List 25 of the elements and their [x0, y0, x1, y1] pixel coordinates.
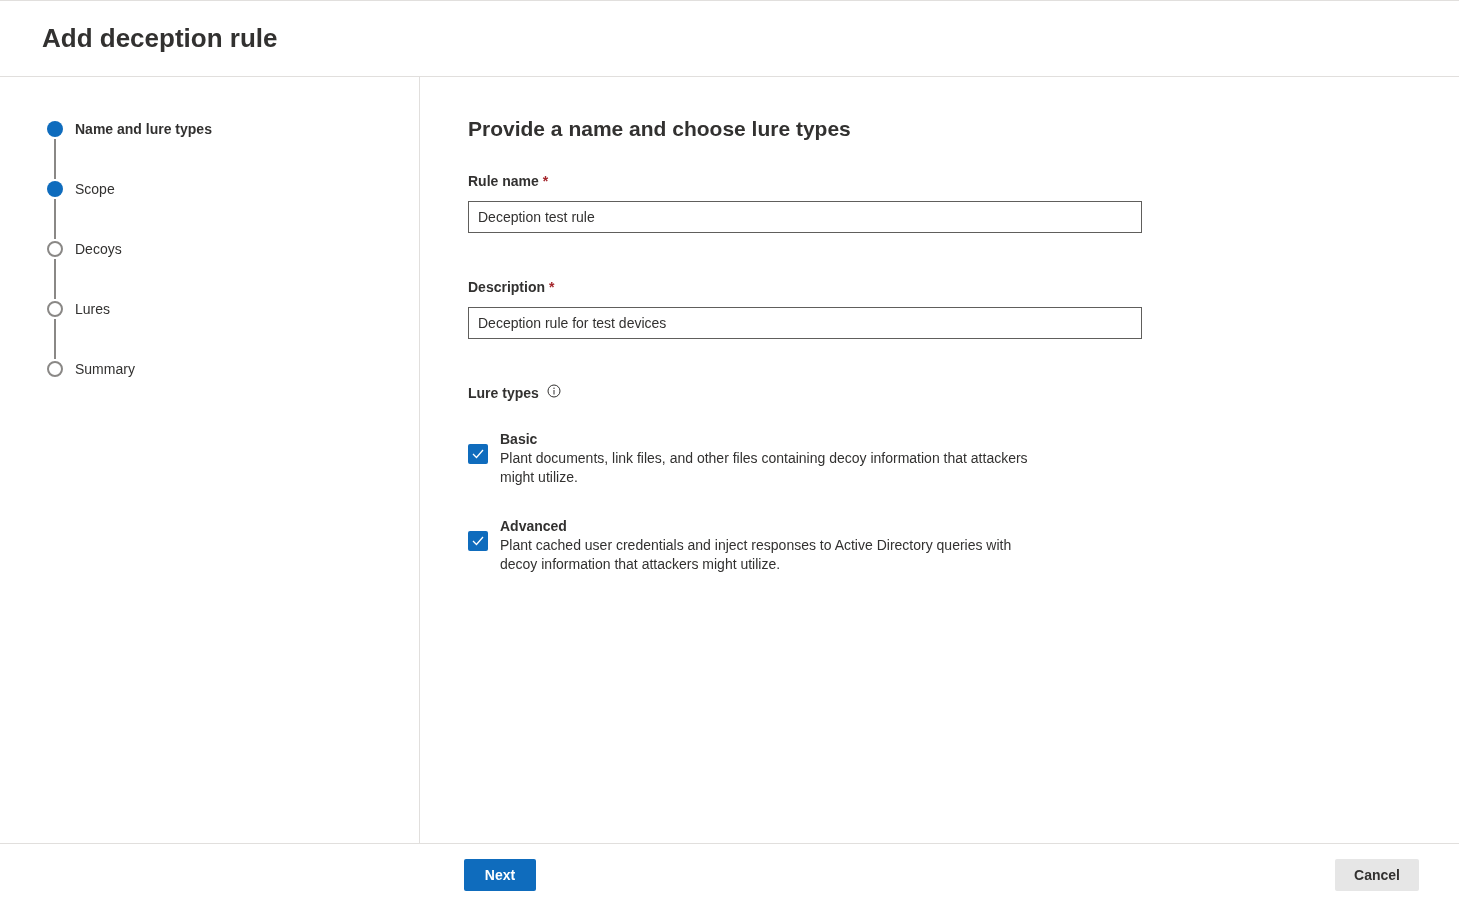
- text-field[interactable]: Deception rule for test devices: [468, 306, 1142, 339]
- option-title: Advanced: [500, 516, 568, 536]
- field-label: Rule name: [468, 171, 539, 191]
- info-icon[interactable]: [546, 384, 561, 398]
- step-label[interactable]: Decoys: [75, 238, 122, 260]
- option-title: Basic: [500, 429, 539, 449]
- option-description: Plant documents, link files, and other files containing decoy information that attackers might utilize.: [500, 448, 1029, 487]
- checkmark-icon: [472, 448, 484, 459]
- cancel-button[interactable]: Cancel: [1335, 859, 1419, 891]
- step-label[interactable]: Name and lure types: [75, 118, 212, 140]
- next-button[interactable]: Next: [464, 859, 536, 891]
- step-label[interactable]: Scope: [75, 178, 115, 200]
- checkbox[interactable]: [468, 443, 488, 464]
- required-mark: *: [542, 171, 549, 191]
- lure-types-label: Lure types: [468, 383, 539, 403]
- step-label[interactable]: Lures: [75, 298, 111, 320]
- section-heading: Provide a name and choose lure types: [468, 116, 852, 142]
- field-label: Description: [468, 277, 545, 297]
- step-label[interactable]: Summary: [75, 358, 135, 380]
- checkbox[interactable]: [468, 530, 488, 551]
- page-title: Add deception rule: [42, 22, 278, 55]
- option-description: Plant cached user credentials and inject responses to Active Directory queries with decoy information that attackers might utilize.: [500, 535, 1013, 574]
- required-mark: *: [549, 277, 555, 297]
- checkmark-icon: [472, 535, 484, 546]
- text-field[interactable]: Deception test rule: [468, 200, 1142, 233]
